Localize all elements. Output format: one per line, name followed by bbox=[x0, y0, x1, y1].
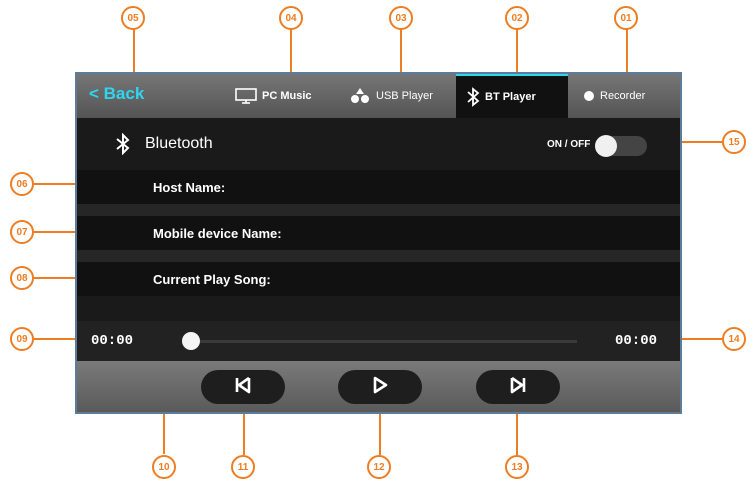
bluetooth-icon bbox=[115, 133, 131, 155]
toggle-label: ON / OFF bbox=[547, 138, 591, 150]
top-bar: < Back PC Music USB Player BT Player Rec… bbox=[77, 74, 680, 118]
mobile-device-row: Mobile device Name: bbox=[77, 216, 680, 250]
monitor-icon bbox=[235, 88, 257, 104]
callout-12: 12 bbox=[367, 455, 391, 479]
back-button[interactable]: < Back bbox=[89, 84, 144, 104]
bluetooth-icon bbox=[466, 87, 480, 107]
row-divider bbox=[77, 250, 680, 262]
previous-button[interactable] bbox=[201, 370, 285, 404]
callout-05: 05 bbox=[121, 6, 145, 30]
callout-09: 09 bbox=[10, 327, 34, 351]
bluetooth-toggle[interactable] bbox=[595, 135, 647, 157]
toggle-knob bbox=[595, 135, 617, 157]
bluetooth-title: Bluetooth bbox=[145, 135, 213, 152]
callout-15: 15 bbox=[722, 130, 746, 154]
tab-bt-player-label: BT Player bbox=[485, 91, 536, 103]
callout-10: 10 bbox=[152, 455, 176, 479]
callout-11: 11 bbox=[231, 455, 255, 479]
playback-controls bbox=[77, 361, 680, 412]
host-name-row: Host Name: bbox=[77, 170, 680, 204]
bluetooth-header-row: Bluetooth ON / OFF bbox=[77, 126, 680, 162]
skip-previous-icon bbox=[234, 376, 252, 399]
progress-thumb[interactable] bbox=[182, 332, 200, 350]
host-name-label: Host Name: bbox=[153, 179, 226, 195]
current-song-row: Current Play Song: bbox=[77, 262, 680, 296]
elapsed-time: 00:00 bbox=[91, 333, 134, 349]
callout-14: 14 bbox=[722, 327, 746, 351]
skip-next-icon bbox=[509, 376, 527, 399]
callout-07: 07 bbox=[10, 220, 34, 244]
next-button[interactable] bbox=[476, 370, 560, 404]
bt-player-screen: < Back PC Music USB Player BT Player Rec… bbox=[75, 72, 682, 414]
row-divider bbox=[77, 204, 680, 216]
mobile-device-label: Mobile device Name: bbox=[153, 225, 282, 241]
record-dot-icon bbox=[583, 90, 595, 102]
tab-pc-music[interactable]: PC Music bbox=[235, 74, 312, 118]
tab-recorder[interactable]: Recorder bbox=[583, 74, 645, 118]
tab-recorder-label: Recorder bbox=[600, 90, 646, 102]
total-time: 00:00 bbox=[615, 333, 658, 349]
tab-bt-player[interactable]: BT Player bbox=[456, 74, 568, 118]
play-icon bbox=[371, 376, 389, 399]
callout-03: 03 bbox=[389, 6, 413, 30]
current-song-label: Current Play Song: bbox=[153, 271, 271, 287]
tab-usb-player[interactable]: USB Player bbox=[349, 74, 433, 118]
callout-06: 06 bbox=[10, 172, 34, 196]
progress-row: 00:00 00:00 bbox=[77, 321, 680, 361]
usb-icon bbox=[349, 87, 371, 105]
callout-02: 02 bbox=[505, 6, 529, 30]
play-button[interactable] bbox=[338, 370, 422, 404]
callout-01: 01 bbox=[614, 6, 638, 30]
callout-13: 13 bbox=[505, 455, 529, 479]
tab-usb-player-label: USB Player bbox=[376, 90, 433, 102]
tab-pc-music-label: PC Music bbox=[262, 90, 312, 102]
callout-04: 04 bbox=[279, 6, 303, 30]
callout-08: 08 bbox=[10, 266, 34, 290]
progress-track[interactable] bbox=[187, 340, 577, 343]
